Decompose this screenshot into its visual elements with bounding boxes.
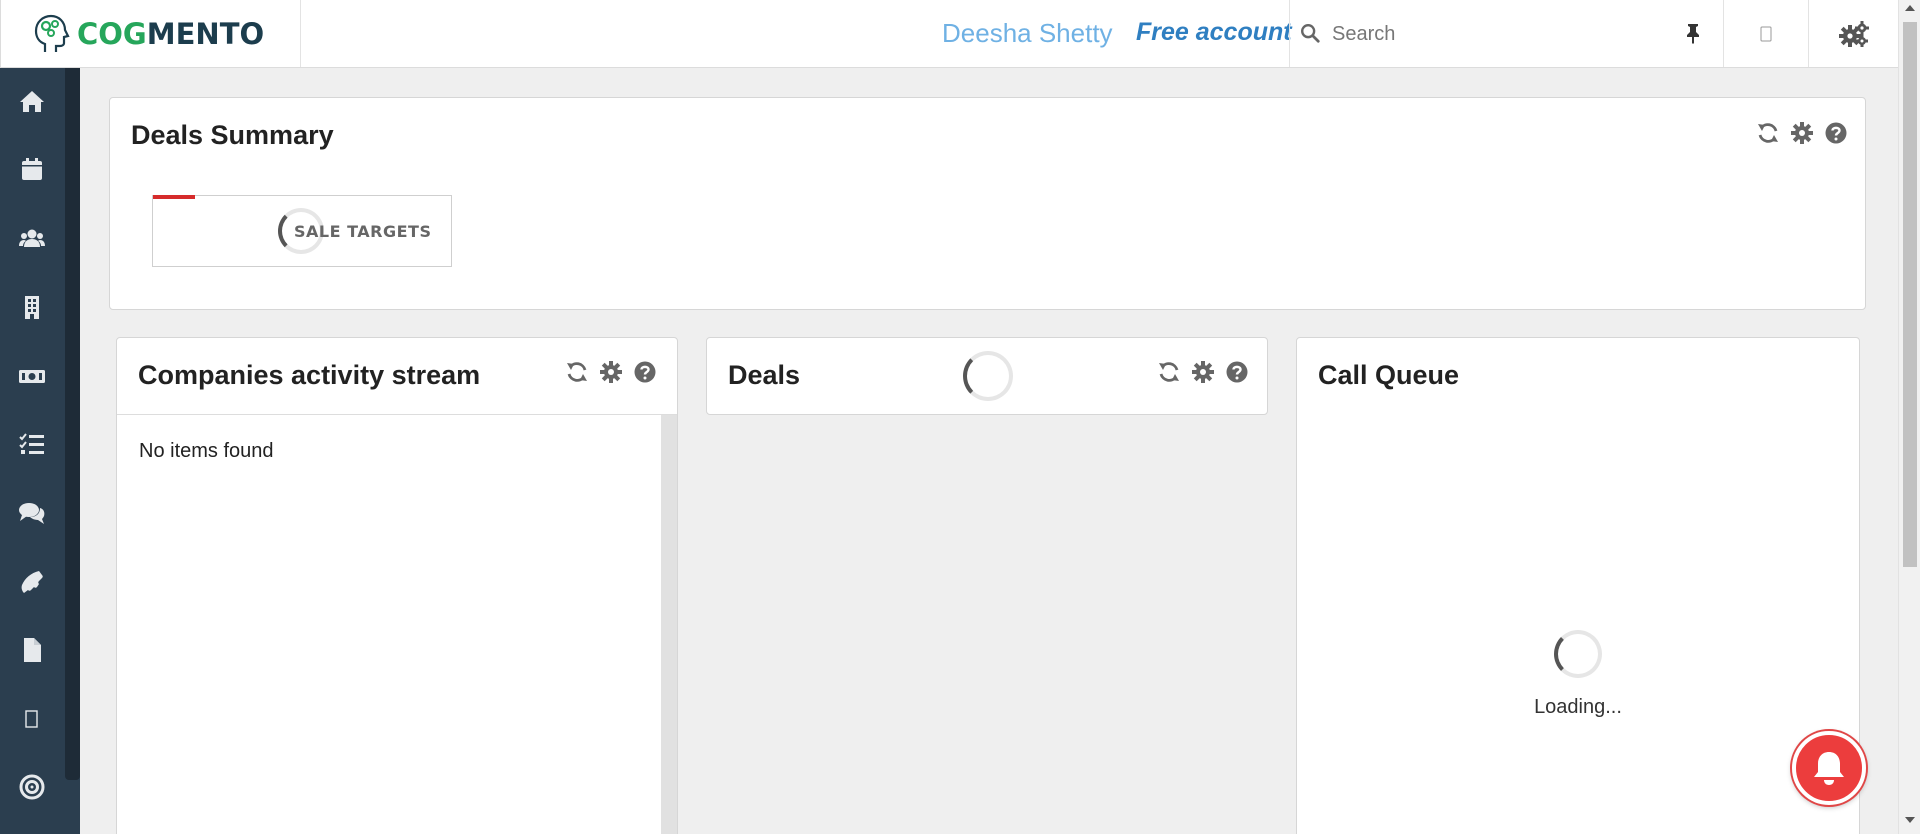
refresh-icon[interactable] [1756, 121, 1780, 145]
sidebar-item-unknown[interactable] [0, 689, 80, 749]
help-icon[interactable] [1824, 121, 1848, 145]
refresh-icon[interactable] [1157, 360, 1181, 384]
phone-icon [21, 571, 43, 593]
loading-spinner [1554, 630, 1602, 678]
mobile-button[interactable] [1724, 0, 1808, 67]
pin-icon[interactable] [1681, 21, 1705, 45]
panel-scrollbar[interactable] [661, 415, 677, 834]
scroll-up-arrow-icon[interactable] [1905, 5, 1915, 11]
blank-glyph-icon [25, 710, 38, 728]
settings-gears-icon [1839, 20, 1869, 47]
user-name[interactable]: Deesha Shetty [942, 18, 1113, 49]
divider [300, 0, 301, 67]
notifications-button[interactable] [1792, 731, 1866, 805]
settings-icon[interactable] [599, 360, 623, 384]
help-icon[interactable] [633, 360, 657, 384]
deals-panel: Deals [706, 337, 1268, 415]
search-input[interactable] [1332, 16, 1632, 52]
file-icon [24, 638, 41, 662]
sidebar-item-tasks[interactable] [0, 414, 80, 474]
top-bar: COGMENTO Deesha Shetty Free account [0, 0, 1898, 68]
panel-title: Deals Summary [131, 120, 334, 150]
settings-icon[interactable] [1790, 121, 1814, 145]
panel-title: Call Queue [1318, 360, 1460, 390]
refresh-icon[interactable] [565, 360, 589, 384]
sale-targets-label: SALE TARGETS [294, 222, 432, 241]
mobile-icon [1760, 26, 1772, 41]
panel-tools [1157, 360, 1249, 384]
loading-text: Loading... [1534, 696, 1622, 718]
sidebar [0, 68, 80, 834]
users-icon [19, 229, 45, 247]
calendar-icon [22, 158, 42, 180]
sidebar-item-home[interactable] [0, 71, 80, 131]
deals-summary-panel: Deals Summary SALE TARGETS [109, 97, 1866, 310]
settings-icon[interactable] [1191, 360, 1215, 384]
money-icon [19, 370, 45, 383]
logo[interactable]: COGMENTO [31, 12, 264, 56]
tasks-icon [19, 433, 44, 454]
sidebar-item-calendar[interactable] [0, 139, 80, 199]
logo-text: COGMENTO [77, 17, 264, 51]
search-box [1289, 0, 1723, 67]
scroll-down-arrow-icon[interactable] [1905, 817, 1915, 823]
home-icon [20, 91, 44, 112]
building-icon [25, 296, 39, 319]
call-queue-panel: Call Queue Loading... [1296, 337, 1860, 834]
panel-tools [565, 360, 657, 384]
sale-targets-accent [153, 195, 195, 199]
sidebar-item-deals[interactable] [0, 346, 80, 406]
sidebar-item-documents[interactable] [0, 620, 80, 680]
panel-title: Deals [728, 360, 801, 390]
sidebar-item-campaigns[interactable] [0, 757, 80, 817]
loading-spinner [963, 351, 1013, 401]
logo-text-mento: MENTO [146, 17, 265, 51]
search-icon [1301, 24, 1320, 43]
sidebar-item-companies[interactable] [0, 277, 80, 337]
target-icon [19, 774, 45, 800]
account-type-link[interactable]: Free account [1136, 18, 1292, 47]
settings-button[interactable] [1809, 0, 1899, 67]
brain-logo-icon [34, 14, 70, 52]
bell-icon [1814, 752, 1844, 785]
help-icon[interactable] [1225, 360, 1249, 384]
panel-title: Companies activity stream [138, 360, 481, 390]
page-scrollbar[interactable] [1898, 0, 1920, 834]
panel-tools [1756, 121, 1848, 145]
sidebar-item-calls[interactable] [0, 552, 80, 612]
empty-state-text: No items found [139, 440, 274, 462]
sidebar-item-contacts[interactable] [0, 208, 80, 268]
logo-text-cog: COG [77, 17, 147, 51]
companies-activity-panel: Companies activity stream No items found [116, 337, 678, 834]
sidebar-item-cases[interactable] [0, 483, 80, 543]
comments-icon [19, 503, 45, 524]
scrollbar-thumb[interactable] [1903, 22, 1917, 567]
sale-targets-card[interactable]: SALE TARGETS [152, 195, 452, 267]
panel-header: Companies activity stream [117, 338, 677, 415]
